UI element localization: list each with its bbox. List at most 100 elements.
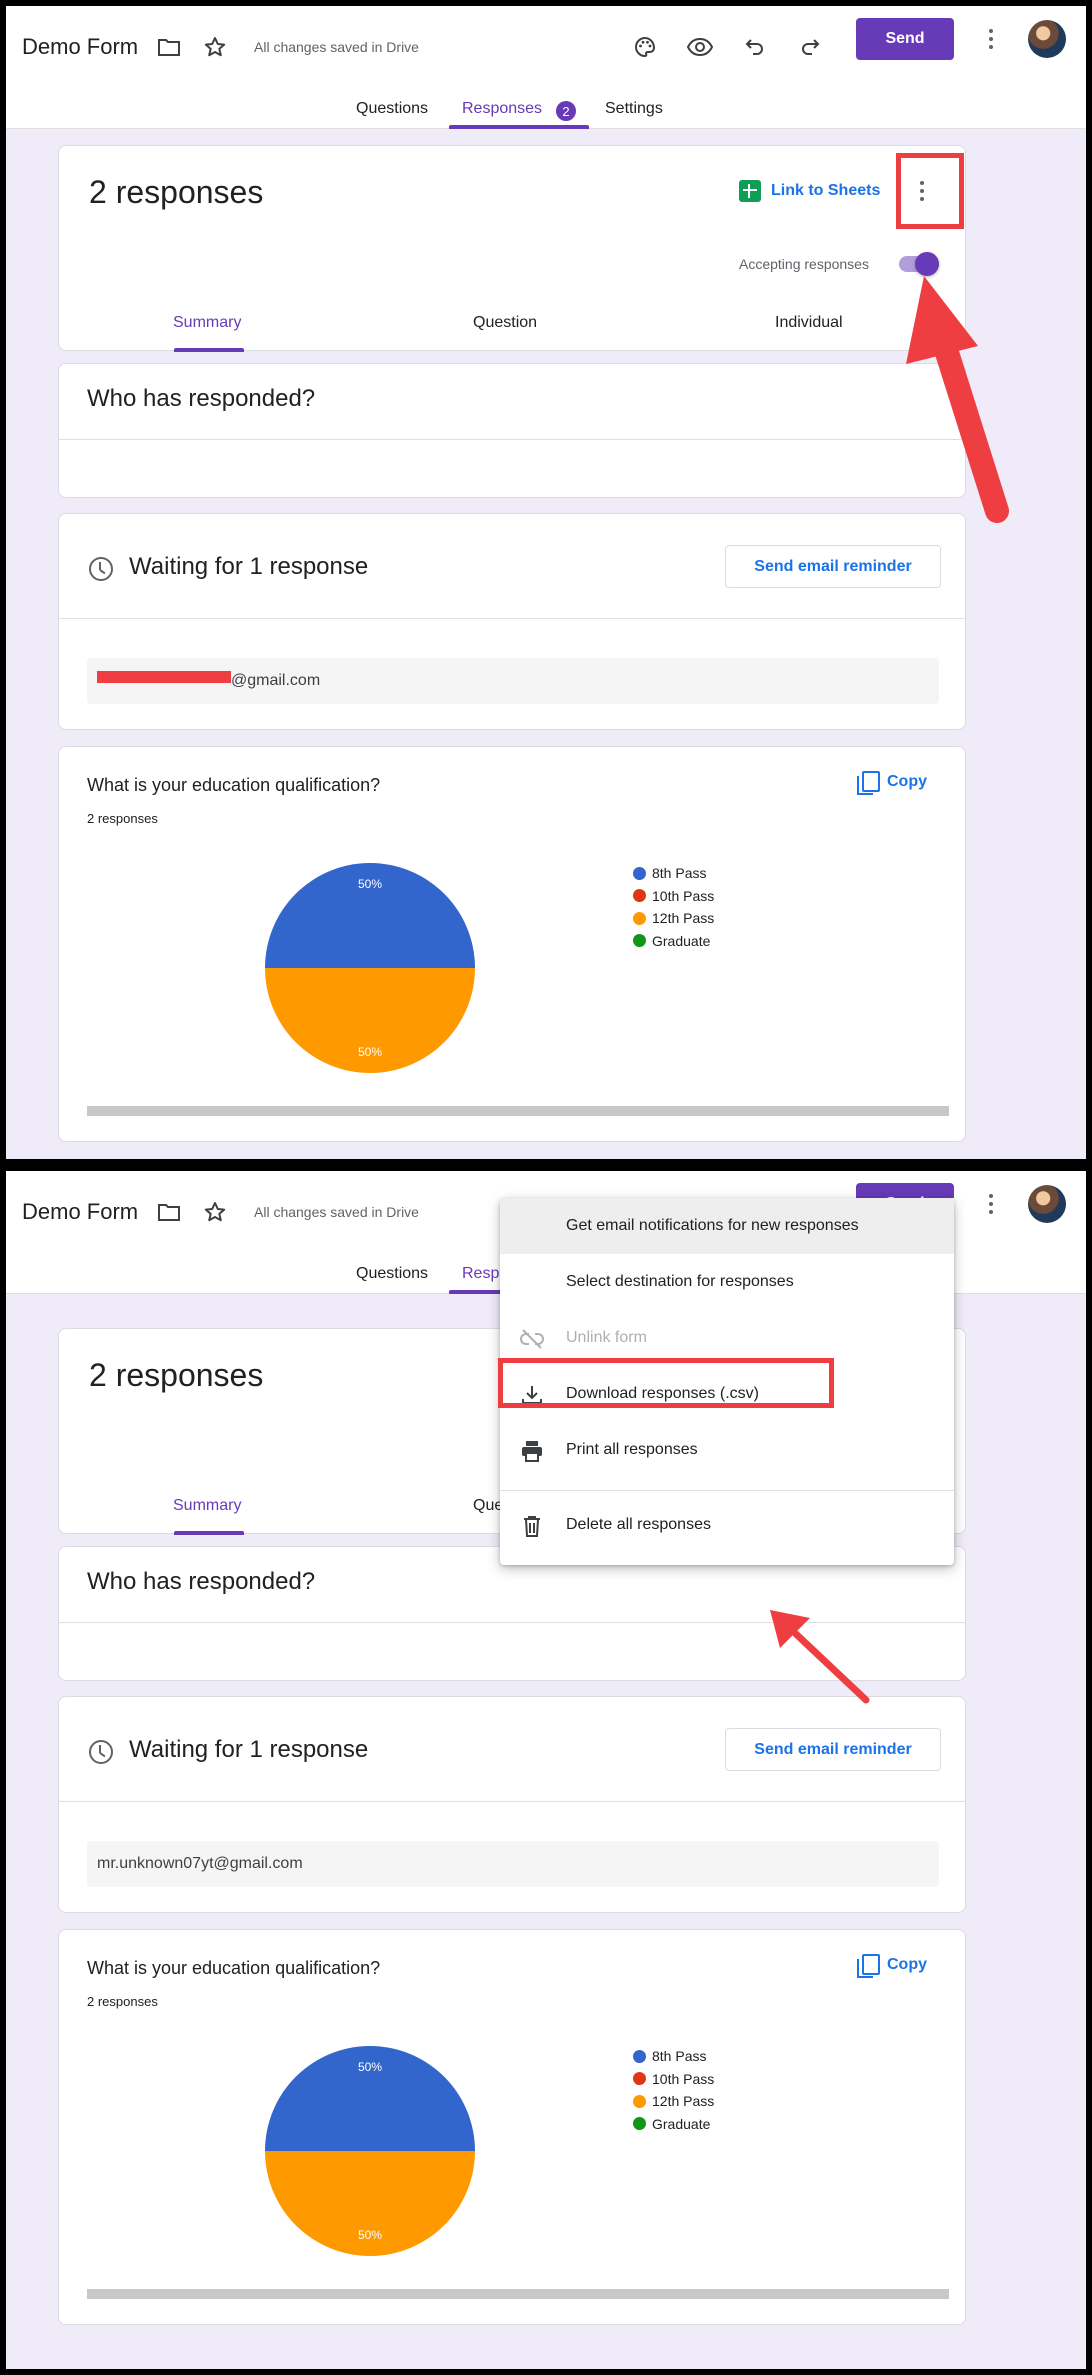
undo-icon[interactable] [738,30,772,64]
responses-summary-card: 2 responses Link to Sheets Accepting res… [58,145,966,352]
legend-label: 12th Pass [652,910,715,927]
legend-item: Graduate [633,2113,714,2136]
clock-icon [89,1740,113,1764]
legend-label: 10th Pass [652,887,715,904]
send-button[interactable]: Send [856,18,954,60]
send-email-reminder-button[interactable]: Send email reminder [725,1728,941,1771]
subtab-individual[interactable]: Individual [775,314,843,332]
question-title: What is your education qualification? [87,775,381,795]
horizontal-scrollbar[interactable] [87,1106,949,1116]
legend-label: 8th Pass [652,865,707,882]
more-options-icon[interactable] [986,26,996,52]
pie-chart: 50% 50% [265,2046,475,2256]
sheets-icon [739,180,761,202]
waiting-card: Waiting for 1 response Send email remind… [58,513,966,730]
copy-chart-button[interactable]: Copy [857,771,927,795]
app-header: Demo Form All changes saved in Drive Sen… [6,6,1086,129]
folder-icon[interactable] [152,30,186,64]
legend-swatch [633,2072,646,2086]
tab-questions[interactable]: Questions [356,1265,428,1283]
star-icon[interactable] [198,1195,232,1229]
print-icon [522,1441,542,1462]
copy-icon [857,1954,880,1978]
menu-item-select-destination[interactable]: Select destination for responses [500,1254,954,1310]
palette-icon[interactable] [628,30,662,64]
legend-label: 10th Pass [652,2070,715,2087]
question-response-count: 2 responses [87,811,158,826]
redaction-bar [97,671,231,683]
legend-item: 12th Pass [633,2090,714,2113]
highlight-box-download-csv [498,1358,834,1408]
legend-item: 10th Pass [633,885,714,908]
subtab-active-indicator [174,348,244,352]
chart-legend: 8th Pass 10th Pass 12th Pass Graduate [633,862,714,952]
redo-icon[interactable] [793,30,827,64]
menu-item-delete-all[interactable]: Delete all responses [500,1497,954,1553]
question-title: What is your education qualification? [87,1958,381,1978]
legend-label: Graduate [652,2115,711,2132]
legend-swatch [633,2094,646,2108]
who-responded-card: Who has responded? [58,363,966,498]
link-to-sheets-button[interactable]: Link to Sheets [739,180,880,202]
trash-icon [524,1516,540,1537]
avatar[interactable] [1028,20,1066,58]
who-responded-title: Who has responded? [87,1568,316,1595]
subtab-question[interactable]: Question [473,314,537,332]
unlink-icon [520,1329,544,1349]
menu-item-print-all[interactable]: Print all responses [500,1422,954,1478]
responses-count-title: 2 responses [89,174,264,210]
link-to-sheets-label: Link to Sheets [771,182,881,199]
responses-count-badge: 2 [556,101,576,121]
avatar[interactable] [1028,1185,1066,1223]
menu-item-email-notifications[interactable]: Get email notifications for new response… [500,1198,954,1254]
question-response-count: 2 responses [87,1994,158,2009]
save-status: All changes saved in Drive [254,39,419,55]
copy-chart-button[interactable]: Copy [857,1954,927,1978]
legend-label: 8th Pass [652,2048,707,2065]
pending-respondent-email: @gmail.com [87,658,939,704]
star-icon[interactable] [198,30,232,64]
folder-icon[interactable] [152,1195,186,1229]
pie-slice-label: 50% [358,2228,382,2242]
send-email-reminder-button[interactable]: Send email reminder [725,545,941,588]
tab-responses[interactable]: Responses [462,100,542,118]
subtab-active-indicator [174,1531,244,1535]
pie-slice-label: 50% [358,1045,382,1059]
legend-swatch [633,866,646,880]
question-summary-card: What is your education qualification? 2 … [58,1929,966,2325]
who-responded-title: Who has responded? [87,385,316,412]
legend-item: 8th Pass [633,862,714,885]
form-title: Demo Form [22,34,139,59]
tab-settings[interactable]: Settings [605,100,663,118]
chart-legend: 8th Pass 10th Pass 12th Pass Graduate [633,2045,714,2135]
pie-slice-label: 50% [358,877,382,891]
subtab-summary[interactable]: Summary [173,1497,241,1515]
copy-label: Copy [887,773,927,790]
legend-label: Graduate [652,932,711,949]
legend-label: 12th Pass [652,2093,715,2110]
legend-swatch [633,934,646,948]
highlight-box-more-menu [896,153,964,229]
save-status: All changes saved in Drive [254,1204,419,1220]
waiting-card: Waiting for 1 response Send email remind… [58,1696,966,1913]
form-title: Demo Form [22,1199,139,1224]
legend-item: 8th Pass [633,2045,714,2068]
accepting-responses-label: Accepting responses [739,256,869,272]
preview-eye-icon[interactable] [683,30,717,64]
form-tabs: Questions Responses 2 Settings [6,94,1086,129]
copy-icon [857,771,880,795]
subtab-summary[interactable]: Summary [173,314,241,332]
more-options-icon[interactable] [986,1191,996,1217]
tab-questions[interactable]: Questions [356,100,428,118]
annotation-arrow [906,276,1009,523]
active-tab-indicator [449,125,589,129]
screenshot-panel-2: Demo Form All changes saved in Drive Sen… [6,1171,1086,2369]
legend-item: 10th Pass [633,2068,714,2091]
waiting-title: Waiting for 1 response [129,1736,369,1763]
horizontal-scrollbar[interactable] [87,2289,949,2299]
clock-icon [89,557,113,581]
pending-email-text: @gmail.com [231,672,321,689]
waiting-title: Waiting for 1 response [129,553,369,580]
pending-respondent-email: mr.unknown07yt@gmail.com [87,1841,939,1887]
pie-chart: 50% 50% [265,863,475,1073]
